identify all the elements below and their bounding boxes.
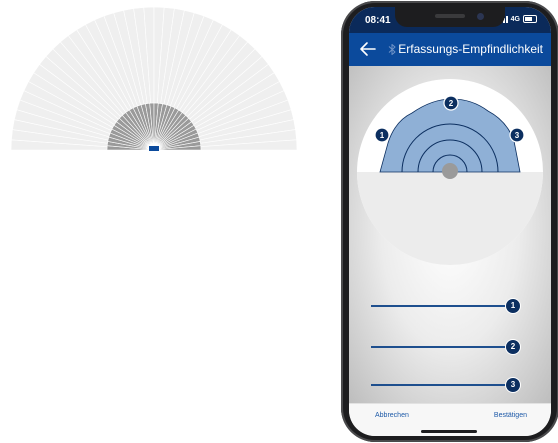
phone-frame: 08:41 4G Erfassungs-Empfindlichkeit 1 2 …	[341, 1, 558, 442]
sensitivity-slider-1[interactable]: 1	[371, 298, 521, 314]
speaker-grille	[435, 14, 465, 18]
zone-marker-2[interactable]: 2	[443, 95, 459, 111]
zone-marker-label: 1	[380, 131, 385, 140]
network-type: 4G	[510, 15, 520, 23]
sensor-marker	[149, 146, 159, 151]
confirm-button[interactable]: Bestätigen	[494, 412, 527, 419]
action-footer: Abbrechen Bestätigen	[349, 403, 551, 436]
zone-marker-label: 3	[515, 131, 520, 140]
app-bar: Erfassungs-Empfindlichkeit	[349, 33, 551, 66]
battery-icon	[523, 15, 537, 23]
sensitivity-zone-dial: 1 2 3	[357, 79, 543, 265]
front-camera	[477, 13, 484, 20]
slider-track	[371, 305, 513, 307]
status-time: 08:41	[365, 15, 391, 26]
detection-fan-preview	[10, 6, 298, 151]
phone-notch	[395, 7, 505, 27]
slider-handle[interactable]: 1	[505, 298, 521, 314]
slider-track	[371, 346, 513, 348]
phone-screen: 08:41 4G Erfassungs-Empfindlichkeit 1 2 …	[349, 7, 551, 436]
home-indicator	[421, 430, 477, 433]
arrow-left-icon[interactable]	[357, 38, 379, 60]
sensor-dot	[442, 163, 458, 179]
zone-marker-3[interactable]: 3	[509, 127, 525, 143]
cancel-button[interactable]: Abbrechen	[375, 412, 409, 419]
sensitivity-slider-2[interactable]: 2	[371, 339, 521, 355]
sensitivity-slider-3[interactable]: 3	[371, 377, 521, 393]
zone-marker-label: 2	[449, 99, 454, 108]
zone-marker-1[interactable]: 1	[374, 127, 390, 143]
sensitivity-panel: 1 2 3 1 2 3	[349, 66, 551, 404]
bluetooth-icon	[388, 44, 396, 55]
slider-track	[371, 384, 513, 386]
page-title: Erfassungs-Empfindlichkeit	[398, 42, 543, 56]
slider-handle[interactable]: 3	[505, 377, 521, 393]
slider-handle[interactable]: 2	[505, 339, 521, 355]
